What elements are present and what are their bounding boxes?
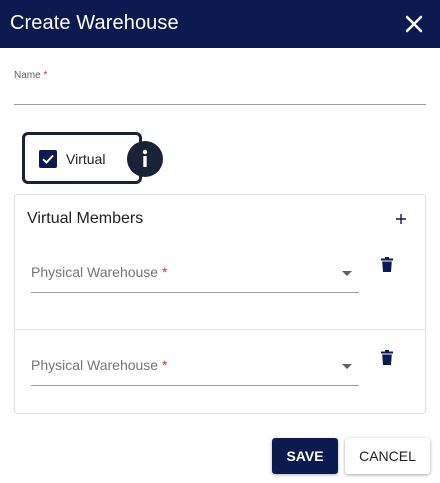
row-divider [15,329,425,330]
physical-warehouse-select[interactable]: Physical Warehouse * [31,256,359,293]
checkmark-icon [42,154,54,164]
name-field-label: Name * [14,70,47,81]
virtual-label: Virtual [66,151,106,167]
physical-warehouse-label: Physical Warehouse * [31,357,167,373]
dialog-header: Create Warehouse [0,0,440,48]
member-row: Physical Warehouse * [0,349,440,409]
physical-warehouse-label-text: Physical Warehouse [31,264,159,280]
member-row: Physical Warehouse * [0,256,440,316]
trash-icon[interactable] [380,257,394,273]
virtual-checkbox[interactable] [39,150,57,168]
cancel-button[interactable]: CANCEL [345,438,430,474]
dropdown-arrow-icon [342,271,352,276]
required-mark: * [43,70,48,81]
physical-warehouse-label-text: Physical Warehouse [31,357,159,373]
plus-icon[interactable] [392,210,410,228]
dropdown-arrow-icon [342,364,352,369]
virtual-members-title: Virtual Members [27,210,144,227]
save-button[interactable]: SAVE [272,438,338,474]
required-mark: * [161,357,168,373]
name-label-text: Name [14,70,41,81]
physical-warehouse-label: Physical Warehouse * [31,264,167,280]
required-mark: * [161,264,168,280]
info-icon[interactable] [127,141,163,177]
close-icon[interactable] [402,12,426,36]
physical-warehouse-select[interactable]: Physical Warehouse * [31,349,359,386]
trash-icon[interactable] [380,350,394,366]
dialog-title: Create Warehouse [10,12,179,34]
name-input[interactable] [14,84,426,105]
